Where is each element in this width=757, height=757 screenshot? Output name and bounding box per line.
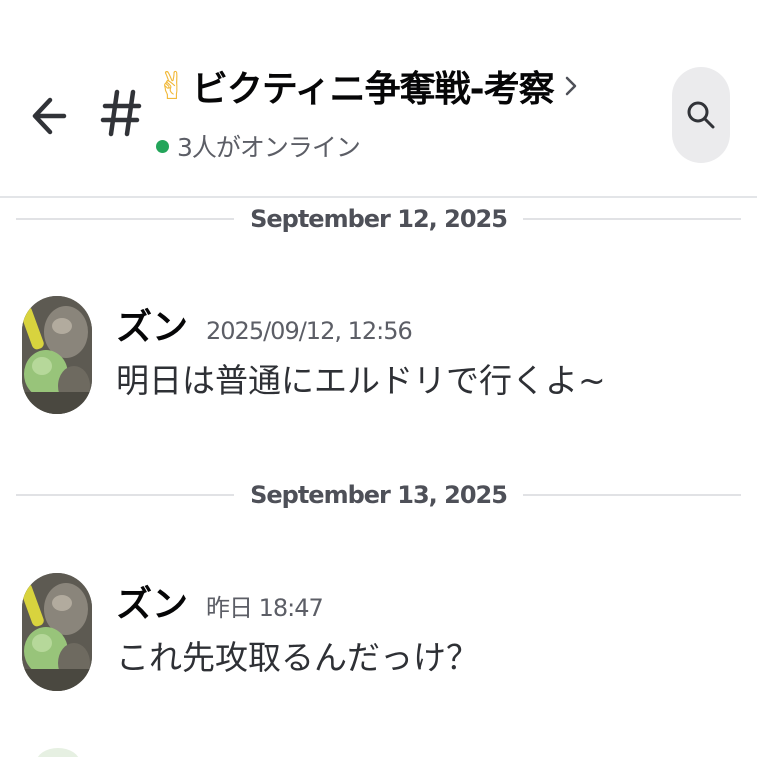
message-text: これ先攻取るんだっけ？ xyxy=(116,638,479,677)
divider-line xyxy=(16,494,235,496)
online-dot-icon xyxy=(156,139,169,153)
back-button[interactable] xyxy=(28,88,72,144)
hash-icon xyxy=(100,89,142,137)
message-timestamp: 昨日 18:47 xyxy=(206,594,324,622)
channel-name: ビクティニ争奪戦-考察 xyxy=(191,69,555,110)
divider-line xyxy=(16,218,235,220)
arrow-left-icon xyxy=(32,97,67,135)
search-button[interactable] xyxy=(672,67,730,163)
author-name[interactable]: ズン xyxy=(116,298,188,350)
avatar-image xyxy=(22,573,92,691)
online-count: 3人がオンライン xyxy=(177,133,361,162)
avatar-image xyxy=(22,296,92,414)
online-status: 3人がオンライン xyxy=(156,128,361,164)
search-icon xyxy=(687,101,715,129)
message-header: ズン 2025/09/12, 12:56 xyxy=(116,298,413,350)
victory-hand-emoji: ✌ xyxy=(156,64,188,108)
date-divider: September 12, 2025 xyxy=(16,204,742,234)
channel-header: ✌ ビクティニ争奪戦-考察 3人がオンライン xyxy=(0,0,757,198)
chevron-right-icon xyxy=(565,76,576,96)
message-timestamp: 2025/09/12, 12:56 xyxy=(206,317,413,345)
date-label: September 12, 2025 xyxy=(250,205,508,233)
avatar[interactable] xyxy=(22,296,92,414)
message-text: 明日は普通にエルドリで行くよ~ xyxy=(116,361,606,400)
avatar[interactable] xyxy=(22,573,92,691)
date-divider: September 13, 2025 xyxy=(16,480,742,510)
divider-line xyxy=(522,218,742,220)
message-item[interactable]: ズン 2025/09/12, 12:56 明日は普通にエルドリで行くよ~ xyxy=(0,296,757,426)
author-name[interactable]: ズン xyxy=(116,575,188,627)
message-item[interactable]: ズン 昨日 18:47 これ先攻取るんだっけ？ xyxy=(0,573,757,703)
date-label: September 13, 2025 xyxy=(250,481,508,509)
channel-title[interactable]: ✌ ビクティニ争奪戦-考察 xyxy=(156,56,578,116)
divider-line xyxy=(522,494,742,496)
message-header: ズン 昨日 18:47 xyxy=(116,575,324,627)
next-message-avatar[interactable] xyxy=(36,748,80,757)
chat-screen: ✌ ビクティニ争奪戦-考察 3人がオンライン September 12, 202… xyxy=(0,0,757,757)
